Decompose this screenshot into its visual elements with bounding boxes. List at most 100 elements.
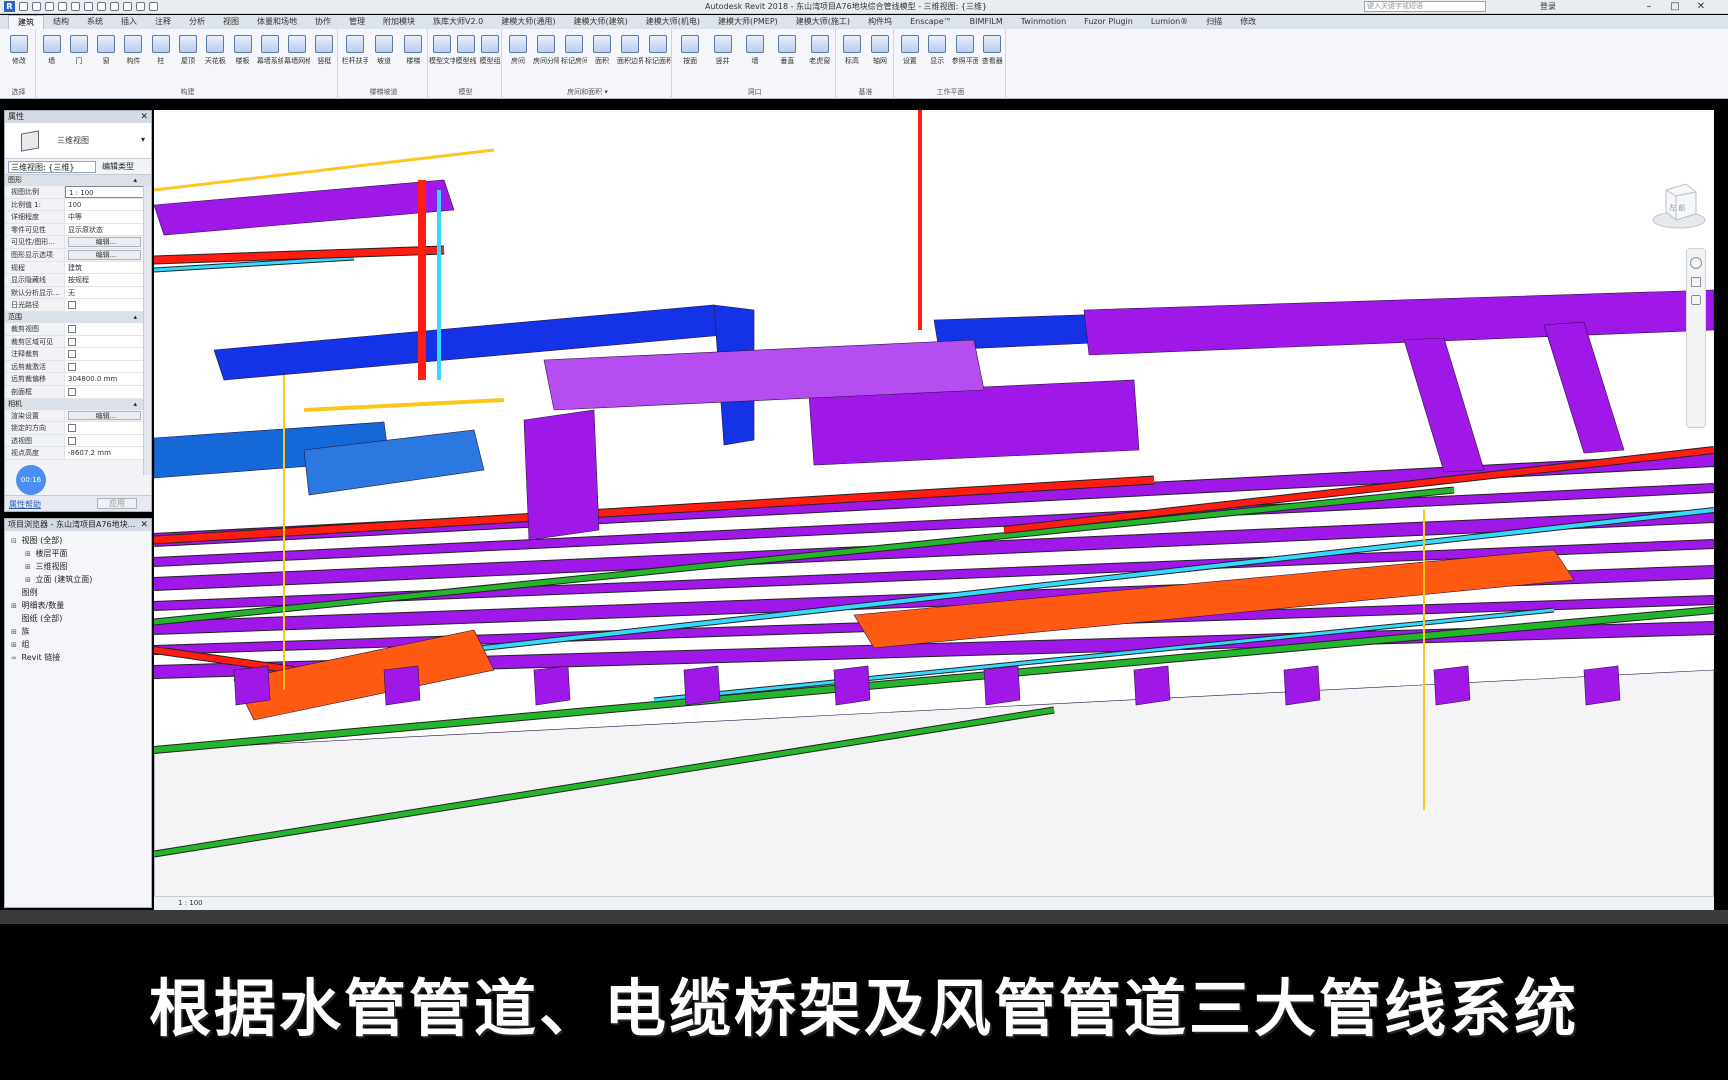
ribbon-tab[interactable]: 体量和场地: [248, 15, 306, 29]
ribbon-tab[interactable]: 系统: [78, 15, 112, 29]
property-checkbox[interactable]: [65, 335, 151, 348]
ribbon-button[interactable]: 标高: [839, 35, 865, 66]
property-checkbox[interactable]: [65, 434, 151, 447]
ribbon-tab[interactable]: BIMFILM: [961, 15, 1012, 29]
pan-icon[interactable]: [1691, 295, 1701, 305]
property-value[interactable]: 1 : 100: [65, 186, 151, 198]
close-button[interactable]: ✕: [1688, 0, 1714, 14]
ribbon-button[interactable]: 楼板: [230, 35, 256, 66]
water-pipe[interactable]: [154, 476, 1155, 544]
ribbon-button[interactable]: 查看器: [979, 35, 1005, 66]
browser-tree-node[interactable]: ⊞ 楼层平面: [11, 547, 151, 560]
section-icon[interactable]: [136, 2, 145, 11]
duct-fitting[interactable]: [533, 665, 571, 706]
property-checkbox[interactable]: [65, 360, 151, 373]
ribbon-tab[interactable]: 修改: [1231, 15, 1265, 29]
ribbon-tab[interactable]: 建模大师(通用): [492, 15, 564, 29]
ribbon-tab[interactable]: 建模大师(建筑): [564, 15, 636, 29]
ribbon-button[interactable]: 门: [66, 35, 92, 66]
property-group-header[interactable]: 范围: [5, 311, 151, 323]
ribbon-tab[interactable]: 分析: [180, 15, 214, 29]
browser-tree-node[interactable]: ⊞ 明细表/数量: [11, 599, 151, 612]
mep-model-scene[interactable]: [154, 110, 1714, 910]
ribbon-button[interactable]: 模型文字: [429, 35, 455, 66]
3d-view-icon[interactable]: [123, 2, 132, 11]
ribbon-button[interactable]: 显示: [924, 35, 950, 66]
ribbon-tab[interactable]: 建模大师(机电): [637, 15, 709, 29]
minimize-button[interactable]: –: [1636, 0, 1662, 14]
save-icon[interactable]: [32, 2, 41, 11]
ribbon-tab[interactable]: 插入: [112, 15, 146, 29]
navigation-bar[interactable]: [1686, 248, 1706, 428]
ribbon-button[interactable]: 屋顶: [175, 35, 201, 66]
property-checkbox[interactable]: [65, 422, 151, 434]
ribbon-button[interactable]: 老虎窗: [807, 35, 833, 66]
apply-button[interactable]: 应用: [97, 498, 137, 509]
duct-fitting[interactable]: [683, 665, 721, 706]
duct-fitting[interactable]: [383, 665, 421, 706]
ribbon-button[interactable]: 幕墙系统: [257, 35, 283, 66]
viewcube[interactable]: 左 前: [1652, 176, 1706, 230]
open-icon[interactable]: [19, 2, 28, 11]
ribbon-button[interactable]: 楼梯: [400, 35, 426, 66]
ribbon-button[interactable]: 窗: [93, 35, 119, 66]
ribbon-button[interactable]: 标记面积: [645, 35, 671, 66]
ribbon-button[interactable]: 天花板: [202, 35, 228, 66]
duct-fitting[interactable]: [983, 665, 1021, 706]
duct-fitting[interactable]: [1583, 665, 1621, 706]
redo-icon[interactable]: [71, 2, 80, 11]
ribbon-button[interactable]: 竖井: [710, 35, 736, 66]
ribbon-tab[interactable]: 建模大师(PMEP): [709, 15, 787, 29]
ribbon-tab[interactable]: Enscape™: [901, 15, 961, 29]
ribbon-button[interactable]: 墙: [742, 35, 768, 66]
property-edit-button[interactable]: 编辑...: [68, 237, 141, 247]
browser-tree-node[interactable]: ∞ Revit 链接: [11, 651, 151, 664]
ribbon-tab[interactable]: Twinmotion: [1012, 15, 1075, 29]
expand-toggle-icon[interactable]: ∞: [11, 652, 19, 665]
property-group-header[interactable]: 图形: [5, 175, 151, 186]
duct-fitting[interactable]: [1283, 665, 1321, 706]
floor-slab[interactable]: [154, 669, 1714, 910]
ribbon-button[interactable]: 柱: [148, 35, 174, 66]
duct-fitting[interactable]: [1133, 665, 1171, 706]
browser-tree-node[interactable]: ⊞ 三维视图: [11, 560, 151, 573]
property-checkbox[interactable]: [65, 348, 151, 360]
ribbon-button[interactable]: 幕墙网格: [284, 35, 310, 66]
vertical-duct[interactable]: [1403, 337, 1485, 473]
search-input[interactable]: 键入关键字或短语: [1364, 1, 1486, 12]
ribbon-tab[interactable]: 扫描: [1197, 15, 1231, 29]
undo-icon[interactable]: [58, 2, 67, 11]
3d-viewport[interactable]: 左 前 1 : 100: [154, 110, 1714, 910]
ribbon-button[interactable]: 竖梃: [311, 35, 337, 66]
duct-segment[interactable]: [154, 179, 455, 236]
property-checkbox[interactable]: [65, 299, 151, 311]
ribbon-button[interactable]: 修改: [6, 35, 32, 66]
browser-tree-node[interactable]: ⊟ 视图 (全部): [11, 534, 151, 547]
properties-scrollbar[interactable]: [143, 185, 151, 475]
ribbon-tab[interactable]: 建筑: [8, 15, 44, 29]
ribbon-button[interactable]: 参照平面: [952, 35, 978, 66]
close-icon[interactable]: ✕: [140, 519, 148, 531]
ribbon-button[interactable]: 面积: [589, 35, 615, 66]
sync-icon[interactable]: [45, 2, 54, 11]
close-icon[interactable]: ✕: [140, 111, 148, 123]
ribbon-tab[interactable]: 协作: [306, 15, 340, 29]
view-instance-dropdown[interactable]: 三维视图: {三维}: [8, 160, 96, 173]
ribbon-button[interactable]: 垂直: [774, 35, 800, 66]
ribbon-button[interactable]: 房间: [505, 35, 531, 66]
sign-in-link[interactable]: 登录: [1540, 1, 1556, 12]
zoom-icon[interactable]: [1691, 277, 1701, 287]
ribbon-button[interactable]: 墙: [39, 35, 65, 66]
property-checkbox[interactable]: [65, 385, 151, 398]
browser-tree-node[interactable]: ⊞ 立面 (建筑立面): [11, 573, 151, 586]
property-edit-button[interactable]: 编辑...: [68, 410, 141, 421]
ribbon-button[interactable]: 轴网: [867, 35, 893, 66]
duct-fitting[interactable]: [833, 665, 871, 706]
property-checkbox[interactable]: [65, 322, 151, 335]
ribbon-tab[interactable]: Fuzor Plugin: [1075, 15, 1142, 29]
duct-fitting[interactable]: [233, 665, 271, 706]
view-scale[interactable]: 1 : 100: [178, 899, 203, 907]
vertical-duct[interactable]: [1543, 321, 1625, 454]
ribbon-tab[interactable]: 结构: [44, 15, 78, 29]
ribbon-tab[interactable]: Lumion®: [1142, 15, 1197, 29]
